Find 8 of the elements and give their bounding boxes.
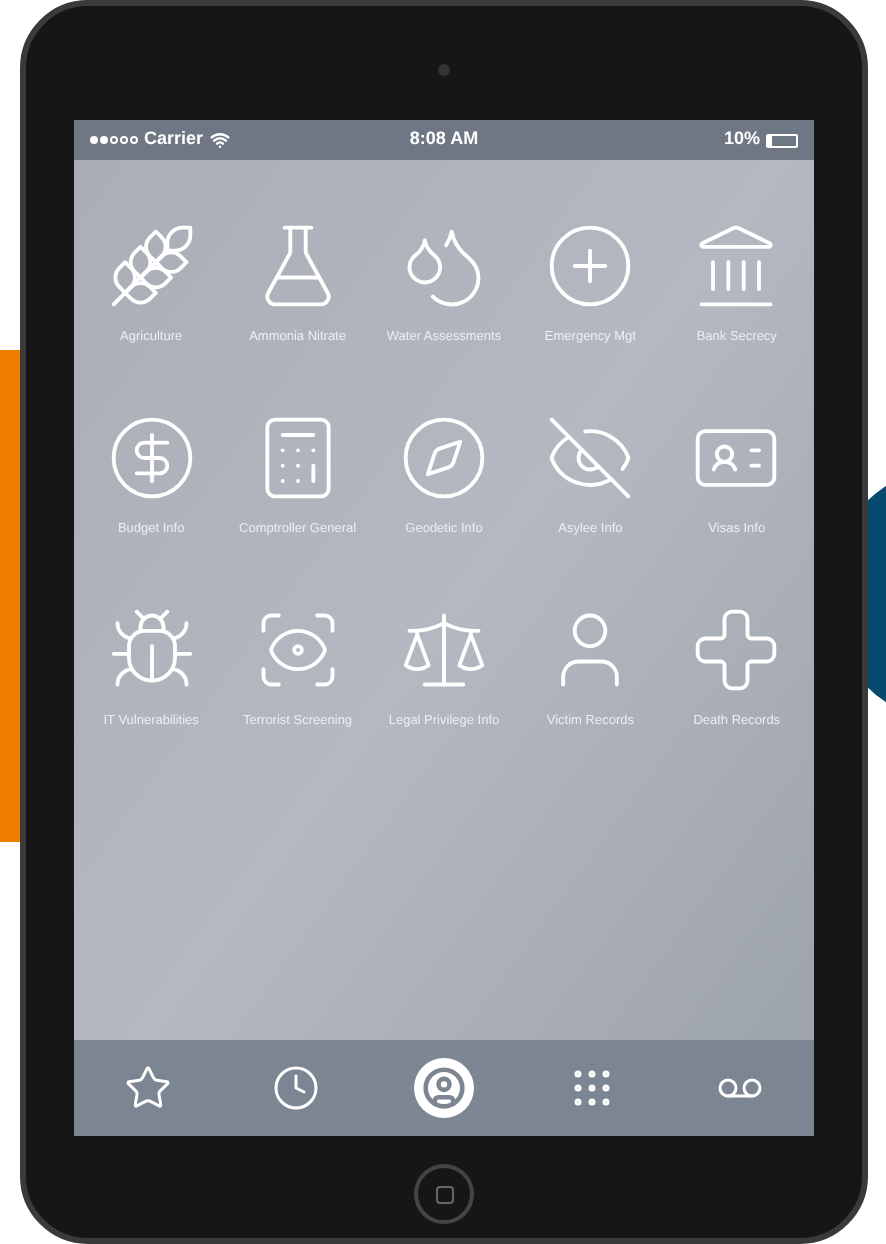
home-button[interactable] — [414, 1164, 474, 1224]
status-time: 8:08 AM — [409, 126, 479, 153]
carrier-name: Carrier — [144, 126, 204, 153]
wifi-icon — [209, 130, 230, 150]
battery-percent: 10% — [723, 126, 760, 153]
contact-icon[interactable] — [414, 1058, 474, 1118]
battery-icon — [766, 133, 798, 147]
signal-dots-icon — [90, 136, 138, 144]
